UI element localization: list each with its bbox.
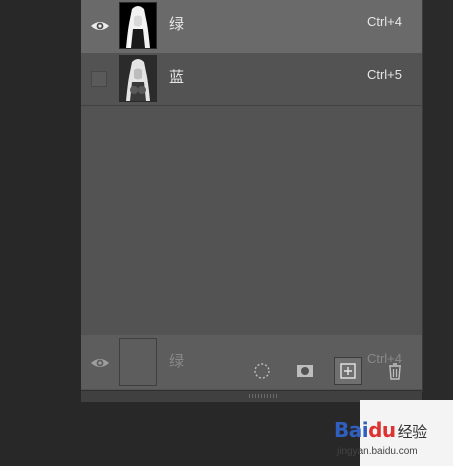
resize-grip-icon[interactable] bbox=[249, 394, 279, 398]
channel-shortcut: Ctrl+4 bbox=[366, 14, 402, 29]
channel-thumbnail bbox=[119, 55, 157, 102]
channel-name: 蓝 bbox=[169, 68, 185, 86]
watermark-logo: Baidu 经验 bbox=[334, 418, 427, 442]
channel-name: 绿 bbox=[169, 15, 185, 33]
watermark-paw: du bbox=[368, 418, 396, 442]
watermark-cn: 经验 bbox=[397, 423, 428, 441]
watermark-url: jingyan.baidu.com bbox=[337, 446, 418, 457]
new-channel-icon[interactable] bbox=[334, 357, 362, 385]
visibility-eye-icon[interactable] bbox=[90, 16, 110, 36]
mask-icon[interactable] bbox=[291, 357, 319, 385]
right-background bbox=[423, 0, 453, 466]
trash-icon[interactable] bbox=[381, 357, 409, 385]
channel-row-green[interactable]: 绿 Ctrl+4 bbox=[81, 0, 422, 53]
channel-thumbnail bbox=[119, 2, 157, 49]
visibility-toggle-box[interactable] bbox=[91, 71, 107, 87]
channel-row-blue[interactable]: 蓝 Ctrl+5 bbox=[81, 53, 422, 106]
channel-shortcut: Ctrl+5 bbox=[366, 67, 402, 82]
canvas-background bbox=[0, 0, 81, 466]
watermark-brand: Bai bbox=[334, 418, 369, 442]
dotted-circle-icon[interactable] bbox=[248, 357, 276, 385]
channels-toolbar bbox=[81, 352, 422, 390]
